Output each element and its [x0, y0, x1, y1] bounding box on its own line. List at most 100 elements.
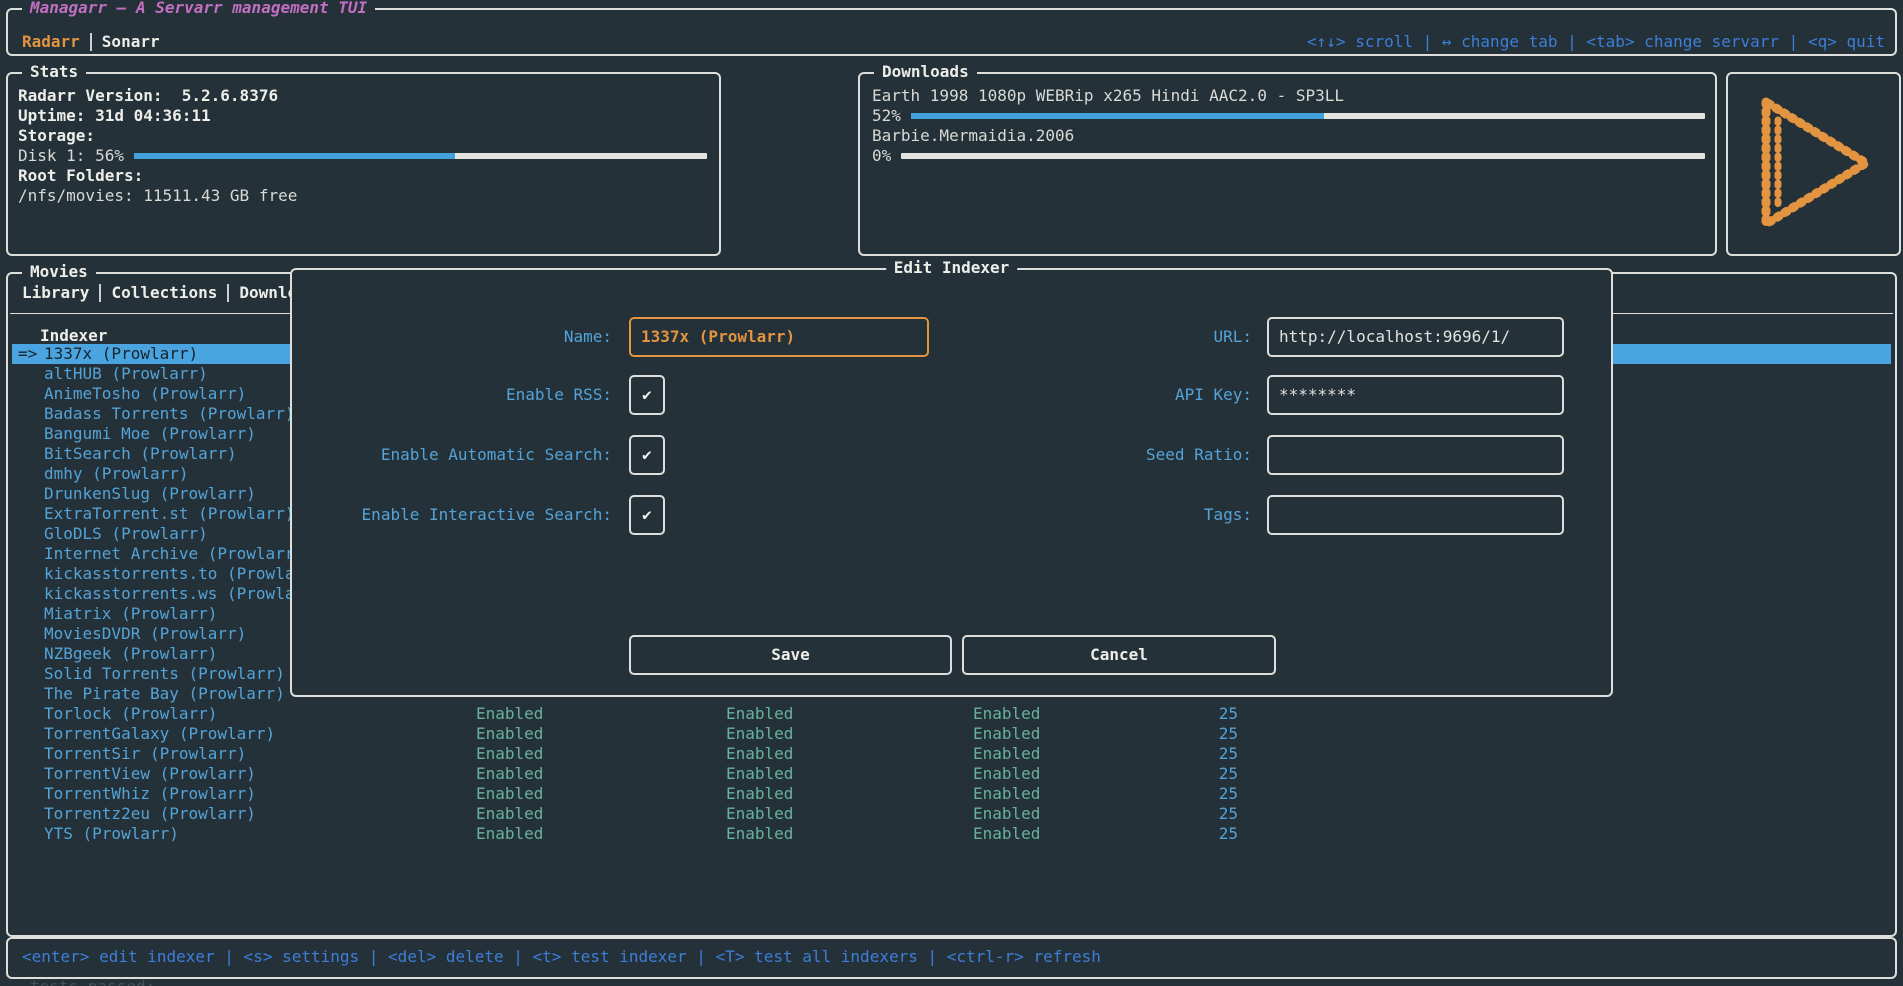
modal-title: Edit Indexer [886, 258, 1018, 278]
indexer-name: YTS (Prowlarr) [44, 824, 179, 844]
tab-divider [227, 284, 229, 302]
api-key-input[interactable]: ******** [1267, 375, 1564, 415]
indexer-name: Badass Torrents (Prowlarr) [44, 404, 294, 424]
name-label: Name: [292, 327, 612, 347]
logo-panel [1726, 72, 1901, 256]
enable-automatic-search-cell: Enabled [726, 744, 793, 764]
indexer-name: Internet Archive (Prowlarr) [44, 544, 304, 564]
table-row[interactable]: TorrentWhiz (Prowlarr)EnabledEnabledEnab… [12, 784, 1891, 804]
url-label: URL: [932, 327, 1252, 347]
enable-rss-cell: Enabled [476, 744, 543, 764]
seed-ratio-label: Seed Ratio: [932, 445, 1252, 465]
indexer-name: GloDLS (Prowlarr) [44, 524, 208, 544]
url-input[interactable]: http://localhost:9696/1/ [1267, 317, 1564, 357]
tab-collections[interactable]: Collections [111, 283, 217, 303]
edit-indexer-modal: Edit Indexer Name: 1337x (Prowlarr) URL:… [290, 268, 1613, 697]
tags-label: Tags: [932, 505, 1252, 525]
table-row[interactable]: Torrentz2eu (Prowlarr)EnabledEnabledEnab… [12, 804, 1891, 824]
priority-cell: 25 [1138, 804, 1238, 824]
managarr-logo-icon [1754, 92, 1876, 234]
indexer-name: MoviesDVDR (Prowlarr) [44, 624, 246, 644]
download-percent: 52% [872, 106, 901, 126]
downloads-panel: Downloads Earth 1998 1080p WEBRip x265 H… [858, 72, 1717, 256]
table-row[interactable]: TorrentGalaxy (Prowlarr)EnabledEnabledEn… [12, 724, 1891, 744]
table-row[interactable]: TorrentSir (Prowlarr) Enabled Enabled Enabl… [12, 744, 1891, 764]
enable-interactive-search-cell: Enabled [973, 764, 1040, 784]
tab-library[interactable]: Library [22, 283, 89, 303]
stats-panel-title: Stats [22, 62, 86, 82]
table-row[interactable]: TorrentView (Prowlarr)EnabledEnabledEnab… [12, 764, 1891, 784]
indexer-column-header: Indexer [40, 326, 107, 346]
priority-cell: 25 [1138, 784, 1238, 804]
enable-rss-cell: Enabled [476, 704, 543, 724]
radarr-version: Radarr Version: 5.2.6.8376 [18, 86, 278, 106]
indexer-name: BitSearch (Prowlarr) [44, 444, 237, 464]
indexer-name: Torlock (Prowlarr) [44, 704, 217, 724]
enable-automatic-search-cell: Enabled [726, 784, 793, 804]
indexer-name: Miatrix (Prowlarr) [44, 604, 217, 624]
indexer-name: ExtraTorrent.st (Prowlarr) [44, 504, 294, 524]
download-gauge [901, 153, 1705, 159]
cancel-button[interactable]: Cancel [962, 635, 1276, 675]
tab-radarr[interactable]: Radarr [22, 32, 80, 52]
download-gauge [911, 113, 1705, 119]
top-keybind-hints: <↑↓> scroll | ↔ change tab | <tab> chang… [1307, 32, 1885, 52]
clipped-status-text: tests passed: [30, 977, 155, 986]
servarr-tabs: Radarr Sonarr [22, 32, 160, 52]
enable-automatic-search-cell: Enabled [726, 804, 793, 824]
tab-sonarr[interactable]: Sonarr [102, 32, 160, 52]
enable-rss-cell: Enabled [476, 784, 543, 804]
download-progress-row: 0% [872, 146, 1705, 166]
indexer-name: DrunkenSlug (Prowlarr) [44, 484, 256, 504]
downloads-panel-title: Downloads [874, 62, 977, 82]
name-input[interactable]: 1337x (Prowlarr) [629, 317, 929, 357]
enable-rss-label: Enable RSS: [292, 385, 612, 405]
enable-automatic-search-cell: Enabled [726, 704, 793, 724]
tab-divider [99, 284, 101, 302]
indexer-name: dmhy (Prowlarr) [44, 464, 189, 484]
enable-automatic-search-cell: Enabled [726, 764, 793, 784]
enable-rss-cell: Enabled [476, 724, 543, 744]
statusbar-panel: <enter> edit indexer | <s> settings | <d… [6, 937, 1897, 979]
enable-interactive-search-cell: Enabled [973, 744, 1040, 764]
table-row[interactable]: YTS (Prowlarr)EnabledEnabledEnabled25 [12, 824, 1891, 844]
enable-interactive-search-cell: Enabled [973, 704, 1040, 724]
enable-automatic-search-label: Enable Automatic Search: [292, 445, 612, 465]
api-key-label: API Key: [932, 385, 1252, 405]
indexer-name: kickasstorrents.to (Prowlarr) [44, 564, 323, 584]
save-button[interactable]: Save [629, 635, 952, 675]
managarr-screen: Managarr – A Servarr management TUI Rada… [0, 0, 1903, 986]
enable-interactive-search-cell: Enabled [973, 824, 1040, 844]
stats-panel: Stats Radarr Version: 5.2.6.8376 Uptime:… [6, 72, 721, 256]
enable-rss-cell: Enabled [476, 824, 543, 844]
indexer-name: TorrentView (Prowlarr) [44, 764, 256, 784]
priority-cell: 25 [1138, 704, 1238, 724]
movies-tabs: Library Collections Downloads [22, 283, 326, 303]
seed-ratio-input[interactable] [1267, 435, 1564, 475]
titlebar-panel: Managarr – A Servarr management TUI Rada… [6, 8, 1897, 56]
uptime: Uptime: 31d 04:36:11 [18, 106, 211, 126]
priority-cell: 25 [1138, 764, 1238, 784]
disk-usage-row: Disk 1: 56% [18, 146, 707, 166]
indexer-name: altHUB (Prowlarr) [44, 364, 208, 384]
enable-interactive-search-label: Enable Interactive Search: [292, 505, 612, 525]
enable-rss-checkbox[interactable]: ✔ [629, 375, 665, 415]
enable-interactive-search-checkbox[interactable]: ✔ [629, 495, 665, 535]
app-title: Managarr – A Servarr management TUI [22, 0, 375, 18]
root-folders-label: Root Folders: [18, 166, 143, 186]
enable-interactive-search-cell: Enabled [973, 724, 1040, 744]
enable-rss-cell: Enabled [476, 804, 543, 824]
indexer-name: NZBgeek (Prowlarr) [44, 644, 217, 664]
selected-row-marker: => [18, 344, 37, 364]
enable-interactive-search-cell: Enabled [973, 784, 1040, 804]
movies-panel-title: Movies [22, 262, 96, 282]
indexer-name: AnimeTosho (Prowlarr) [44, 384, 246, 404]
indexer-name: TorrentGalaxy (Prowlarr) [44, 724, 275, 744]
indexer-name: TorrentSir (Prowlarr) [44, 744, 246, 764]
enable-automatic-search-checkbox[interactable]: ✔ [629, 435, 665, 475]
table-row[interactable]: Torlock (Prowlarr) Enabled Enabled Enabled 2… [12, 704, 1891, 724]
priority-cell: 25 [1138, 724, 1238, 744]
disk-usage-label: Disk 1: 56% [18, 146, 124, 166]
indexer-name: Bangumi Moe (Prowlarr) [44, 424, 256, 444]
tags-input[interactable] [1267, 495, 1564, 535]
